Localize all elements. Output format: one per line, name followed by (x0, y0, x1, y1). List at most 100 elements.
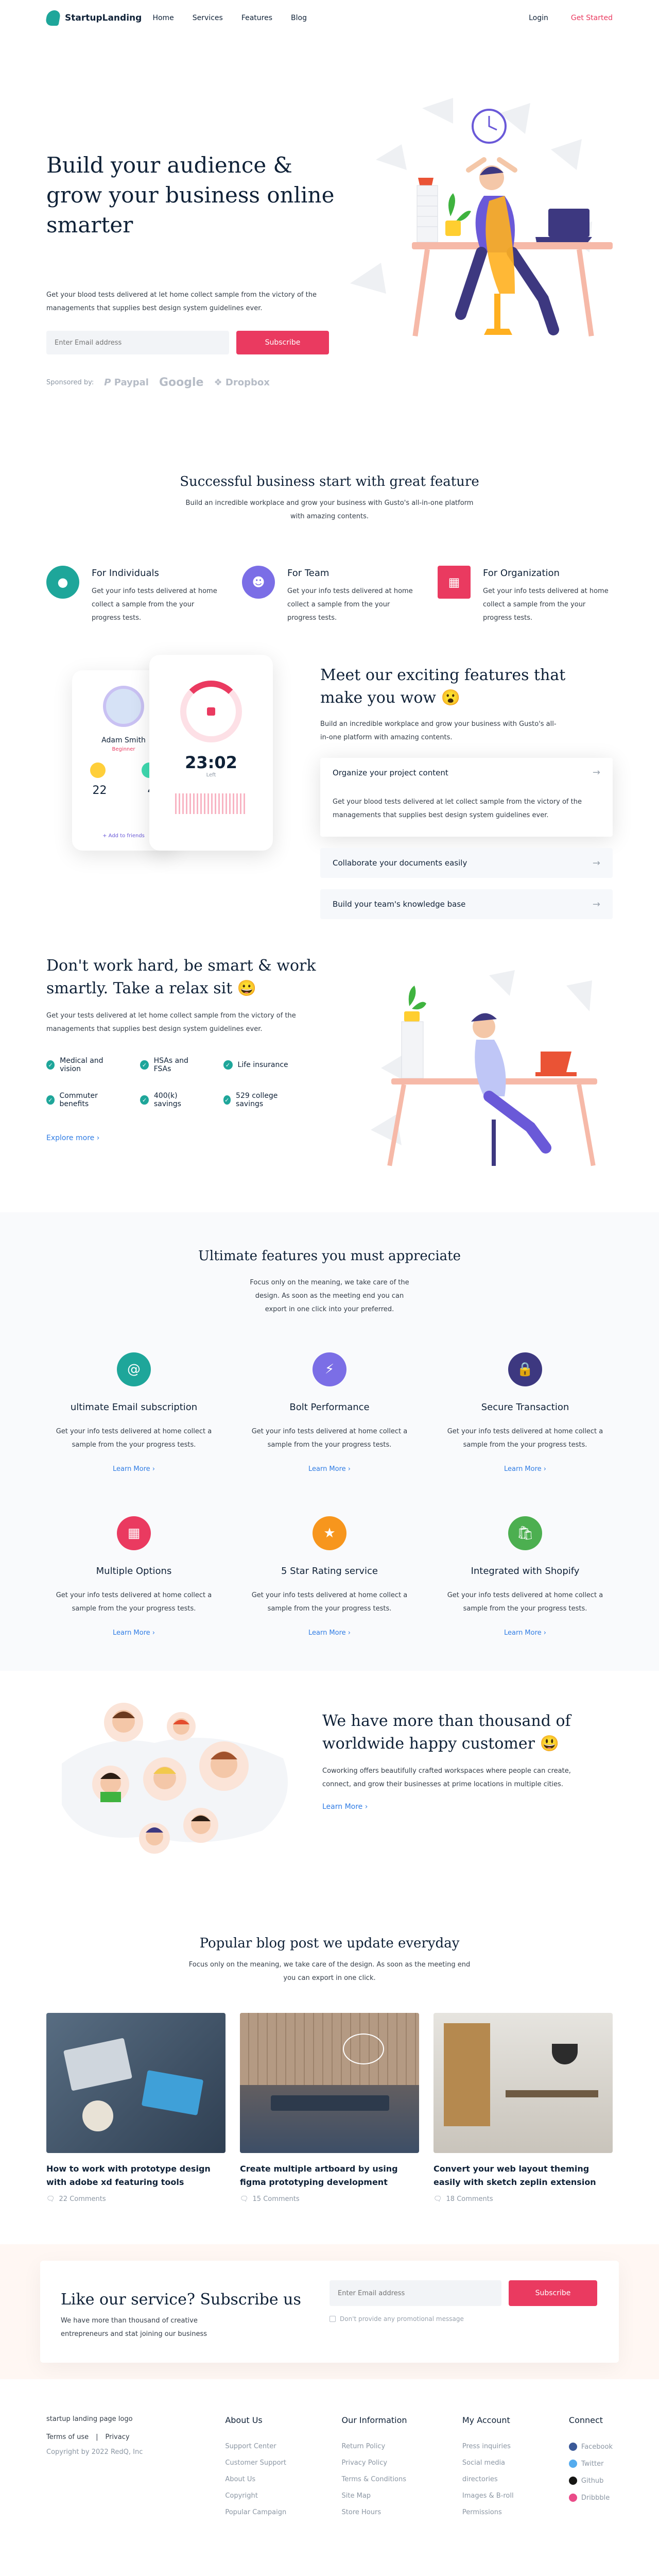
site-header: StartupLanding Home Services Features Bl… (45, 0, 613, 36)
learn-more-link[interactable]: Learn More › (232, 1629, 427, 1637)
footer-link[interactable]: Copyright (225, 2492, 286, 2500)
facebook-link[interactable]: Facebook (568, 2443, 613, 2451)
subscribe-description: We have more than thousand of creative e… (61, 2317, 207, 2338)
learn-more-link[interactable]: Learn More › (36, 1629, 232, 1637)
benefit-item: ✓ Life insurance (223, 1057, 293, 1073)
stop-icon[interactable] (207, 707, 215, 716)
ultimate-grid: @ ultimate Email subscription Get your i… (36, 1352, 623, 1637)
get-started-link[interactable]: Get Started (571, 14, 613, 22)
dribbble-icon (568, 2494, 577, 2502)
bag-icon: 🛍 (508, 1516, 542, 1550)
footer-link[interactable]: Site Map (342, 2492, 407, 2500)
footer-link[interactable]: Images & B-roll (462, 2492, 514, 2500)
timer-ring (180, 681, 242, 742)
blog-post[interactable]: Convert your web layout theming easily w… (433, 2013, 613, 2203)
learn-more-link[interactable]: Learn More › (322, 1803, 600, 1811)
benefit-item: ✓ HSAs and FSAs (140, 1057, 202, 1073)
subscribe-box: Like our service? Subscribe us We have m… (40, 2261, 619, 2363)
benefit-item: ✓ 529 college savings (223, 1092, 293, 1108)
check-icon: ✓ (223, 1060, 233, 1070)
subscribe-section: Like our service? Subscribe us We have m… (0, 2244, 659, 2379)
github-link[interactable]: Github (568, 2477, 613, 2485)
footer-link[interactable]: Social media (462, 2459, 514, 2467)
footer-logo-alt: startup landing page logo (46, 2415, 133, 2423)
nav-services[interactable]: Services (193, 14, 223, 22)
hero-email-input[interactable] (46, 331, 229, 354)
learn-more-link[interactable]: Learn More › (427, 1629, 623, 1637)
blog-post[interactable]: Create multiple artboard by using figma … (240, 2013, 419, 2203)
post-title[interactable]: How to work with prototype design with a… (46, 2162, 226, 2189)
timer-value: 23:02 (185, 753, 237, 772)
footer-col-account: My Account Press inquiries Social media … (462, 2415, 514, 2534)
stat-value: 22 (92, 784, 107, 797)
work-smart-title: Don't work hard, be smart & work smartly… (46, 957, 316, 997)
subscribe-email-input[interactable] (330, 2280, 501, 2306)
footer-col-title: My Account (462, 2415, 510, 2425)
google-logo: Google (159, 376, 204, 389)
footer-link[interactable]: Permissions (462, 2509, 514, 2516)
learn-more-link[interactable]: Learn More › (232, 1465, 427, 1473)
promo-checkbox[interactable]: Don't provide any promotional message (330, 2315, 464, 2323)
ultimate-features-section: Ultimate features you must appreciate Fo… (0, 1212, 659, 1671)
hero-title: Build your audience & grow your business… (46, 152, 335, 238)
feature-individuals: ● For Individuals Get your info tests del… (46, 566, 221, 625)
blog-description: Focus only on the meaning, we take care … (188, 1961, 471, 1982)
stat-icon (90, 762, 106, 778)
terms-link[interactable]: Terms of use (46, 2433, 89, 2441)
footer-brand: startup landing page logo Terms of use |… (46, 2415, 170, 2534)
post-title[interactable]: Convert your web layout theming easily w… (433, 2162, 613, 2189)
card-text: Get your info tests delivered at home co… (447, 1591, 603, 1613)
post-image[interactable] (433, 2013, 613, 2153)
footer-link[interactable]: Privacy Policy (342, 2459, 407, 2467)
footer-link[interactable]: directories (462, 2476, 514, 2483)
post-comments: 🗨 15 Comments (240, 2195, 300, 2203)
nav-features[interactable]: Features (241, 14, 272, 22)
footer-link[interactable]: Terms & Conditions (342, 2476, 407, 2483)
nav-blog[interactable]: Blog (291, 14, 307, 22)
dribbble-link[interactable]: Dribbble (568, 2494, 613, 2502)
feature-accordion: Organize your project content → Get your … (320, 758, 613, 919)
header-actions: Login Get Started (529, 14, 613, 22)
post-image[interactable] (46, 2013, 226, 2153)
timer-card: 23:02 Left (149, 655, 273, 851)
footer-link[interactable]: Press inquiries (462, 2443, 514, 2450)
brand-logo[interactable]: StartupLanding (45, 10, 142, 26)
star-icon: ★ (313, 1516, 346, 1550)
hero-subscribe-button[interactable]: Subscribe (236, 331, 329, 354)
accordion-item[interactable]: Collaborate your documents easily → (320, 848, 613, 878)
accordion-item-open[interactable]: Organize your project content → Get your … (320, 758, 613, 837)
login-link[interactable]: Login (529, 14, 548, 22)
card-text: Get your info tests delivered at home co… (447, 1428, 603, 1449)
hero-illustration (350, 98, 613, 337)
subscribe-title: Like our service? Subscribe us (61, 2291, 301, 2309)
feature-title: For Team (287, 568, 330, 579)
facebook-icon (568, 2443, 577, 2451)
blog-post[interactable]: How to work with prototype design with a… (46, 2013, 226, 2203)
relax-illustration (371, 970, 597, 1166)
nav-home[interactable]: Home (152, 14, 174, 22)
feature-text: Get your info tests delivered at home co… (287, 587, 413, 622)
footer-link[interactable]: Store Hours (342, 2509, 407, 2516)
check-icon: ✓ (140, 1095, 149, 1105)
footer-link[interactable]: Customer Support (225, 2459, 286, 2467)
learn-more-link[interactable]: Learn More › (36, 1465, 232, 1473)
subscribe-button[interactable]: Subscribe (509, 2280, 597, 2306)
footer-link[interactable]: Popular Campaign (225, 2509, 286, 2516)
arrow-right-icon: → (592, 857, 600, 869)
learn-more-link[interactable]: Learn More › (427, 1465, 623, 1473)
footer-link[interactable]: About Us (225, 2476, 286, 2483)
ultimate-card: ▦ Multiple Options Get your info tests d… (36, 1516, 232, 1637)
blog-section: Popular blog post we update everyday Foc… (0, 1913, 659, 2203)
accordion-item[interactable]: Build your team's knowledge base → (320, 889, 613, 919)
post-title[interactable]: Create multiple artboard by using figma … (240, 2162, 419, 2189)
twitter-link[interactable]: Twitter (568, 2460, 613, 2468)
ultimate-card: ⚡ Bolt Performance Get your info tests d… (232, 1352, 427, 1473)
footer-link[interactable]: Support Center (225, 2443, 286, 2450)
explore-more-link[interactable]: Explore more › (46, 1134, 345, 1142)
site-footer: startup landing page logo Terms of use |… (46, 2379, 613, 2534)
footer-link[interactable]: Return Policy (342, 2443, 407, 2450)
benefit-item: ✓ 400(k) savings (140, 1092, 202, 1108)
post-image[interactable] (240, 2013, 419, 2153)
avatar (167, 1712, 196, 1741)
privacy-link[interactable]: Privacy (105, 2433, 129, 2441)
